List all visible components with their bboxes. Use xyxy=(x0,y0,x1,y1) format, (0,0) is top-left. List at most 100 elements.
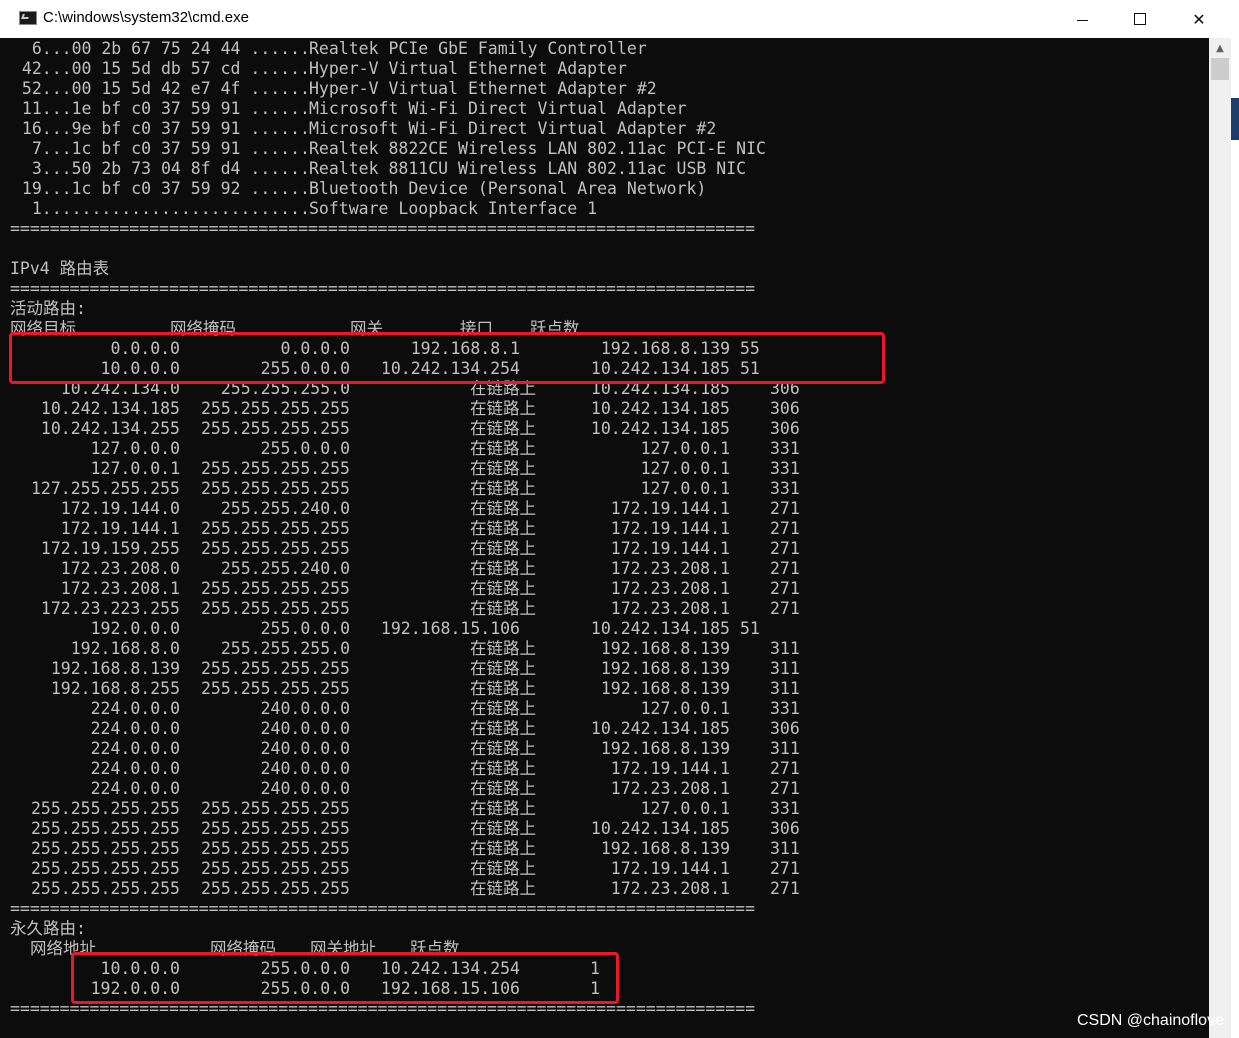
route-destination: 255.255.255.255 xyxy=(30,839,180,858)
route-gateway: 在链路上 xyxy=(470,459,536,478)
route-netmask: 255.255.255.255 xyxy=(200,599,350,618)
route-interface: 172.19.144.1 xyxy=(610,539,730,558)
route-destination: 172.23.208.0 xyxy=(60,559,180,578)
route-gateway: 在链路上 xyxy=(470,759,536,778)
route-destination: 192.168.8.139 xyxy=(50,659,180,678)
maximize-icon xyxy=(1134,13,1146,25)
route-gateway: 在链路上 xyxy=(470,739,536,758)
route-gateway: 在链路上 xyxy=(470,579,536,598)
minimize-icon xyxy=(1076,19,1088,21)
interface-name: Bluetooth Device (Personal Area Network) xyxy=(309,179,707,198)
route-destination: 172.23.223.255 xyxy=(40,599,180,618)
route-destination: 192.168.8.255 xyxy=(50,679,180,698)
minimize-button[interactable] xyxy=(1053,0,1111,38)
route-destination: 172.19.144.0 xyxy=(60,499,180,518)
title-bar[interactable]: C:\windows\system32\cmd.exe ✕ xyxy=(0,0,1231,39)
route-destination: 255.255.255.255 xyxy=(30,879,180,898)
route-metric: 271 xyxy=(770,579,800,598)
route-interface: 127.0.0.1 xyxy=(640,459,730,478)
route-gateway: 在链路上 xyxy=(470,419,536,438)
separator-line: ========================================… xyxy=(10,219,756,238)
default-route-highlight xyxy=(9,332,885,384)
route-interface: 10.242.134.185 xyxy=(590,819,730,838)
route-netmask: 255.255.255.255 xyxy=(200,839,350,858)
route-destination: 127.0.0.0 xyxy=(90,439,180,458)
route-metric: 271 xyxy=(770,599,800,618)
route-gateway: 在链路上 xyxy=(470,679,536,698)
route-metric: 311 xyxy=(770,679,800,698)
route-destination: 255.255.255.255 xyxy=(30,799,180,818)
interface-prefix: 1........................... xyxy=(21,199,310,218)
route-interface: 10.242.134.185 xyxy=(590,619,730,638)
route-destination: 10.242.134.185 xyxy=(40,399,180,418)
route-gateway: 在链路上 xyxy=(470,779,536,798)
cmd-app-icon xyxy=(19,11,37,25)
route-metric: 331 xyxy=(770,439,800,458)
watermark-text: CSDN @chainoflove xyxy=(1077,1012,1224,1029)
route-gateway: 在链路上 xyxy=(470,799,536,818)
route-metric: 306 xyxy=(770,819,800,838)
route-interface: 172.23.208.1 xyxy=(610,599,730,618)
route-destination: 255.255.255.255 xyxy=(30,859,180,878)
route-interface: 127.0.0.1 xyxy=(640,799,730,818)
route-netmask: 240.0.0.0 xyxy=(260,699,350,718)
route-metric: 271 xyxy=(770,559,800,578)
route-destination: 172.19.159.255 xyxy=(40,539,180,558)
interface-prefix: 3...50 2b 73 04 8f d4 ...... xyxy=(21,159,310,178)
route-netmask: 240.0.0.0 xyxy=(260,759,350,778)
console-output[interactable]: 6...00 2b 67 75 24 44 ...... Realtek PCIe… xyxy=(0,38,1209,1038)
route-destination: 192.168.8.0 xyxy=(70,639,180,658)
background-window-edge xyxy=(1231,0,1239,1038)
route-metric: 311 xyxy=(770,659,800,678)
route-netmask: 255.255.255.255 xyxy=(200,539,350,558)
route-metric: 51 xyxy=(740,619,760,638)
route-metric: 271 xyxy=(770,779,800,798)
route-netmask: 255.255.255.255 xyxy=(200,659,350,678)
route-interface: 127.0.0.1 xyxy=(640,699,730,718)
close-button[interactable]: ✕ xyxy=(1170,0,1228,38)
interface-prefix: 16...9e bf c0 37 59 91 ...... xyxy=(21,119,310,138)
maximize-button[interactable] xyxy=(1111,0,1169,38)
route-gateway: 在链路上 xyxy=(470,879,536,898)
interface-prefix: 42...00 15 5d db 57 cd ...... xyxy=(21,59,310,78)
route-destination: 224.0.0.0 xyxy=(90,739,180,758)
route-gateway: 在链路上 xyxy=(470,719,536,738)
route-interface: 192.168.8.139 xyxy=(600,839,730,858)
interface-prefix: 52...00 15 5d 42 e7 4f ...... xyxy=(21,79,310,98)
route-interface: 172.23.208.1 xyxy=(610,779,730,798)
scrollbar-thumb[interactable] xyxy=(1211,58,1229,80)
route-destination: 127.255.255.255 xyxy=(30,479,180,498)
separator-line: ========================================… xyxy=(10,279,756,298)
route-netmask: 255.255.255.255 xyxy=(200,579,350,598)
route-netmask: 255.255.255.255 xyxy=(200,859,350,878)
route-netmask: 255.255.255.255 xyxy=(200,419,350,438)
vertical-scrollbar[interactable]: ▲ xyxy=(1209,38,1231,1038)
separator-line: ========================================… xyxy=(10,899,756,918)
route-gateway: 在链路上 xyxy=(470,599,536,618)
route-destination: 224.0.0.0 xyxy=(90,779,180,798)
interface-name: Microsoft Wi-Fi Direct Virtual Adapter #… xyxy=(309,119,717,138)
ipv4-route-table-title: IPv4 路由表 xyxy=(10,259,110,278)
interface-name: Realtek PCIe GbE Family Controller xyxy=(309,39,647,58)
route-netmask: 255.255.255.255 xyxy=(200,679,350,698)
scroll-up-arrow-icon[interactable]: ▲ xyxy=(1209,38,1231,58)
route-metric: 311 xyxy=(770,639,800,658)
route-metric: 271 xyxy=(770,759,800,778)
route-netmask: 255.255.240.0 xyxy=(220,559,350,578)
route-gateway: 在链路上 xyxy=(470,839,536,858)
route-gateway: 在链路上 xyxy=(470,859,536,878)
route-destination: 255.255.255.255 xyxy=(30,819,180,838)
route-metric: 311 xyxy=(770,839,800,858)
interface-name: Microsoft Wi-Fi Direct Virtual Adapter xyxy=(309,99,687,118)
route-netmask: 255.255.255.255 xyxy=(200,519,350,538)
route-interface: 172.23.208.1 xyxy=(610,879,730,898)
route-gateway: 在链路上 xyxy=(470,699,536,718)
route-interface: 172.23.208.1 xyxy=(610,579,730,598)
route-destination: 224.0.0.0 xyxy=(90,719,180,738)
route-gateway: 在链路上 xyxy=(470,439,536,458)
route-netmask: 255.255.255.0 xyxy=(220,639,350,658)
route-netmask: 240.0.0.0 xyxy=(260,739,350,758)
route-metric: 331 xyxy=(770,479,800,498)
route-metric: 331 xyxy=(770,799,800,818)
route-metric: 311 xyxy=(770,739,800,758)
